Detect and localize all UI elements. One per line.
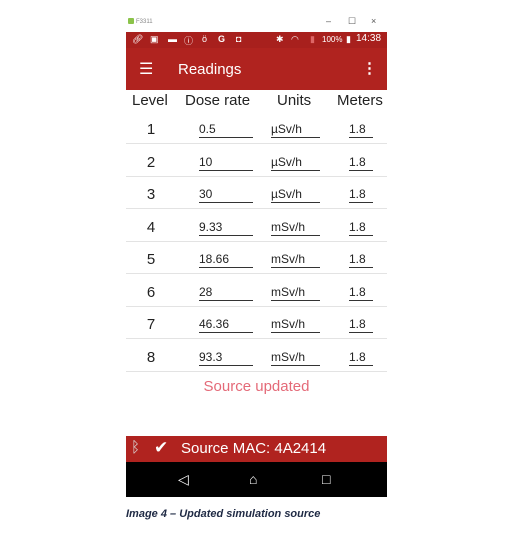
dose-rate-input[interactable]: 30 <box>199 185 253 203</box>
level-cell: 1 <box>146 121 156 138</box>
level-cell: 3 <box>146 186 156 203</box>
window-title: F3311 <box>136 19 153 25</box>
level-cell: 6 <box>146 283 156 301</box>
dose-rate-input[interactable]: 46.36 <box>199 315 253 333</box>
google-icon: G <box>218 34 226 44</box>
window-titlebar: F3311 – ☐ × <box>126 14 387 32</box>
table-row: 8 93.3 mSv/h 1.8 <box>126 340 387 372</box>
maximize-button[interactable]: ☐ <box>348 16 356 27</box>
level-cell: 2 <box>146 153 156 171</box>
bluetooth-icon: ✱ <box>276 34 284 44</box>
units-input[interactable]: mSv/h <box>271 315 320 333</box>
units-input[interactable]: µSv/h <box>271 120 320 138</box>
android-icon: ◘ <box>236 34 242 44</box>
level-cell: 5 <box>146 251 156 268</box>
dose-rate-input[interactable]: 10 <box>199 153 253 171</box>
connection-bar: ᛒ ✔ Source MAC: 4A2414 <box>126 436 387 462</box>
dose-rate-input[interactable]: 9.33 <box>199 218 253 236</box>
meters-input[interactable]: 1.8 <box>349 250 373 268</box>
header-meters: Meters <box>337 92 383 109</box>
table-row: 7 46.36 mSv/h 1.8 <box>126 307 387 339</box>
dose-rate-input[interactable]: 18.66 <box>199 250 253 268</box>
dose-rate-input[interactable]: 28 <box>199 283 253 301</box>
level-cell: 7 <box>146 316 156 333</box>
table-row: 2 10 µSv/h 1.8 <box>126 145 387 177</box>
status-bar: 🔗︎ ▣ ▬ ⓘ ö G ◘ ✱ ◠ ▮ 100% ▮ 14:38 <box>126 32 387 48</box>
wifi-icon: ◠ <box>291 34 299 44</box>
header-dose-rate: Dose rate <box>185 92 251 109</box>
meters-input[interactable]: 1.8 <box>349 218 373 236</box>
android-icon <box>128 18 134 24</box>
bulb-icon: ö <box>202 34 208 44</box>
table-row: 1 0.5 µSv/h 1.8 <box>126 112 387 144</box>
back-icon[interactable]: ◁ <box>178 471 189 488</box>
navigation-bar: ◁ ⌂ □ <box>126 462 387 497</box>
message-icon: ▬ <box>168 34 177 44</box>
table-row: 6 28 mSv/h 1.8 <box>126 275 387 307</box>
home-icon[interactable]: ⌂ <box>249 471 257 487</box>
units-input[interactable]: mSv/h <box>271 218 320 236</box>
app-bar: ☰ Readings ⋮ <box>126 48 387 90</box>
table-row: 4 9.33 mSv/h 1.8 <box>126 210 387 242</box>
recents-icon[interactable]: □ <box>322 471 330 487</box>
checkmark-icon: ✔ <box>154 438 169 457</box>
sim-icon: ▣ <box>150 34 159 44</box>
units-input[interactable]: mSv/h <box>271 348 320 366</box>
close-button[interactable]: × <box>371 16 376 26</box>
table-row: 5 18.66 mSv/h 1.8 <box>126 242 387 274</box>
level-cell: 8 <box>146 348 156 366</box>
meters-input[interactable]: 1.8 <box>349 348 373 366</box>
status-message: Source updated <box>203 378 310 395</box>
meters-input[interactable]: 1.8 <box>349 185 373 203</box>
meters-input[interactable]: 1.8 <box>349 120 373 138</box>
level-cell: 4 <box>146 218 156 236</box>
more-options-icon[interactable]: ⋮ <box>362 59 377 77</box>
info-icon: ⓘ <box>184 36 194 46</box>
meters-input[interactable]: 1.8 <box>349 315 373 333</box>
header-level: Level <box>132 92 168 109</box>
caption: Image 4 – Updated simulation source <box>126 508 321 520</box>
minimize-button[interactable]: – <box>326 16 331 26</box>
units-input[interactable]: mSv/h <box>271 283 320 301</box>
battery-icon: ▮ <box>346 34 351 44</box>
units-input[interactable]: µSv/h <box>271 185 320 203</box>
units-input[interactable]: mSv/h <box>271 250 320 268</box>
clock: 14:38 <box>356 33 382 44</box>
bluetooth-icon: ᛒ <box>131 439 141 456</box>
battery-percent: 100% <box>322 35 343 44</box>
page-title: Readings <box>178 61 242 78</box>
link-icon: 🔗︎ <box>132 34 144 44</box>
meters-input[interactable]: 1.8 <box>349 283 373 301</box>
source-mac: Source MAC: 4A2414 <box>181 440 327 457</box>
dose-rate-input[interactable]: 0.5 <box>199 120 253 138</box>
hamburger-menu-icon[interactable]: ☰ <box>139 59 153 79</box>
units-input[interactable]: µSv/h <box>271 153 320 171</box>
header-units: Units <box>277 92 312 109</box>
meters-input[interactable]: 1.8 <box>349 153 373 171</box>
table-row: 3 30 µSv/h 1.8 <box>126 177 387 209</box>
dose-rate-input[interactable]: 93.3 <box>199 348 253 366</box>
alert-battery-icon: ▮ <box>310 34 315 44</box>
